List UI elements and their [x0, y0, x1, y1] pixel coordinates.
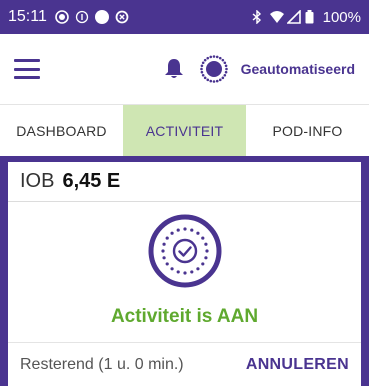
target-icon — [115, 10, 129, 24]
cancel-button[interactable]: ANNULEREN — [246, 356, 349, 374]
battery-icon — [305, 10, 319, 24]
wifi-icon — [269, 10, 284, 24]
menu-icon[interactable] — [14, 59, 40, 79]
tab-activiteit[interactable]: ACTIVITEIT — [123, 105, 246, 156]
activity-status: Activiteit is AAN — [110, 306, 259, 327]
record-icon — [55, 10, 69, 24]
tab-bar: DASHBOARD ACTIVITEIT POD-INFO — [0, 104, 369, 156]
bell-icon[interactable] — [163, 57, 185, 81]
battery-level: 100% — [322, 8, 361, 26]
app-header: Geautomatiseerd — [0, 34, 369, 104]
remaining-row: Resterend (1 u. 0 min.) ANNULEREN — [8, 342, 361, 386]
tab-pod-info[interactable]: POD-INFO — [246, 105, 369, 156]
bluetooth-icon — [251, 9, 265, 25]
iob-label: IOB — [20, 170, 55, 192]
status-bar: 15:11 100% — [0, 0, 369, 34]
tab-dashboard[interactable]: DASHBOARD — [0, 105, 123, 156]
mode-label: Geautomatiseerd — [240, 61, 355, 77]
activity-card: IOB 6,45 E Activiteit is AAN Resterend (… — [8, 162, 361, 386]
activity-mode-icon — [148, 214, 222, 288]
signal-icon — [285, 9, 301, 24]
iob-value: 6,45 E — [62, 170, 121, 192]
iob-row: IOB 6,45 E — [8, 162, 361, 202]
status-time: 15:11 — [8, 8, 47, 25]
automated-mode-icon — [197, 52, 231, 86]
content-panel: IOB 6,45 E Activiteit is AAN Resterend (… — [0, 156, 369, 386]
remaining-time: Resterend (1 u. 0 min.) — [20, 355, 184, 373]
info-icon — [75, 10, 89, 24]
circle-icon — [94, 10, 109, 24]
